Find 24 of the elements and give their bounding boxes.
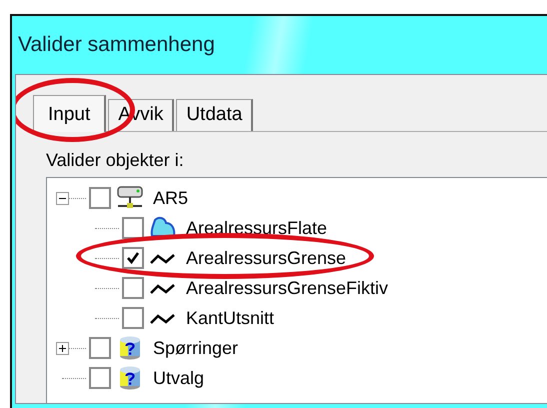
checkbox[interactable] (122, 217, 144, 239)
checkbox[interactable] (122, 277, 144, 299)
checkbox[interactable] (89, 367, 111, 389)
tree-item[interactable]: ArealressursFlate (184, 218, 330, 238)
window-title: Valider sammenheng (17, 32, 216, 58)
checkbox[interactable] (89, 337, 111, 359)
checkbox[interactable] (89, 187, 111, 209)
tree-item[interactable]: Spørringer (151, 338, 240, 358)
check-icon (126, 251, 140, 265)
tab[interactable]: Input (33, 95, 106, 132)
checkbox[interactable] (122, 307, 144, 329)
tree-item[interactable]: Utvalg (151, 368, 206, 388)
tree-item[interactable]: KantUtsnitt (184, 308, 276, 328)
tree-label: Valider objekter i: (46, 150, 184, 171)
expand-icon[interactable] (56, 342, 69, 354)
tree-item[interactable]: ArealressursGrenseFiktiv (184, 278, 390, 298)
server-icon (115, 185, 145, 211)
tab[interactable]: Utdata (176, 99, 254, 131)
query-icon (117, 365, 143, 391)
collapse-icon[interactable] (56, 192, 69, 204)
tree-item[interactable]: ArealressursGrense (184, 248, 348, 268)
checkbox[interactable] (122, 247, 144, 269)
tree-item[interactable]: AR5 (151, 188, 190, 208)
query-icon (117, 335, 143, 361)
